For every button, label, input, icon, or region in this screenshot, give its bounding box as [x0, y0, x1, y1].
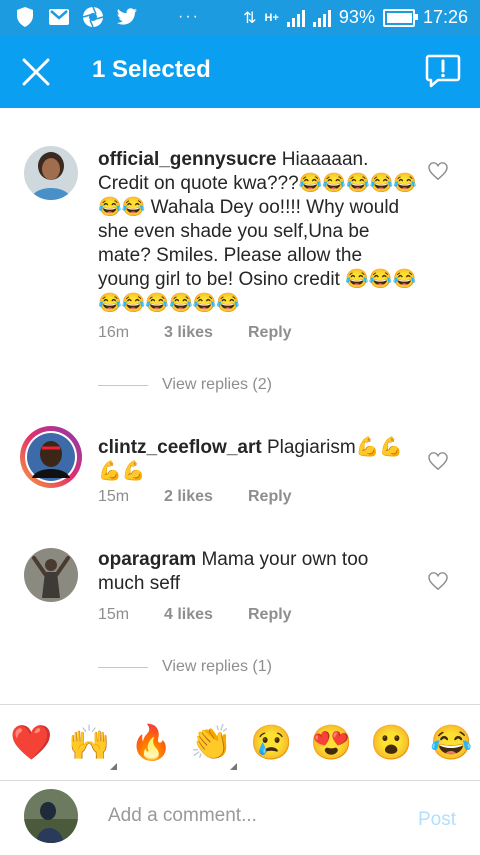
comment-meta: 15m 4 likes Reply — [98, 606, 292, 624]
skin-tone-indicator — [110, 763, 117, 770]
close-icon — [22, 58, 50, 86]
divider — [98, 666, 148, 668]
avatar — [24, 789, 78, 843]
emoji-clapping-hands[interactable]: 👏 — [190, 723, 232, 763]
view-replies-label: View replies (1) — [162, 658, 272, 675]
notification-icons — [14, 6, 138, 28]
more-notifications-indicator: ··· — [178, 8, 200, 25]
comment-username[interactable]: oparagram — [98, 549, 196, 570]
comment-likes[interactable]: 3 likes — [164, 324, 248, 342]
comment-likes[interactable]: 4 likes — [164, 606, 248, 624]
emoji-tears-of-joy[interactable]: 😂 — [430, 723, 472, 763]
post-button[interactable]: Post — [418, 809, 456, 831]
report-button[interactable] — [424, 52, 462, 90]
comment-input[interactable] — [108, 805, 388, 827]
comment-meta: 15m 2 likes Reply — [98, 488, 292, 506]
comment-meta: 16m 3 likes Reply — [98, 324, 292, 342]
twitter-icon — [116, 6, 138, 28]
selection-title: 1 Selected — [92, 56, 211, 83]
report-icon — [425, 54, 461, 88]
emoji-raising-hands[interactable]: 🙌 — [68, 723, 110, 763]
close-button[interactable] — [18, 54, 54, 90]
view-replies-label: View replies (2) — [162, 376, 272, 393]
data-transfer-icon: ⇅ — [243, 9, 257, 27]
reply-button[interactable]: Reply — [248, 324, 292, 342]
comment-time: 15m — [98, 488, 130, 505]
comment-body: Hiaaaaan. Credit on quote kwa???😂😂😂😂😂😂😂 … — [98, 149, 417, 314]
comment-likes[interactable]: 2 likes — [164, 488, 248, 506]
camera-aperture-icon — [82, 6, 104, 28]
signal-icon — [286, 9, 305, 27]
battery-percent: 93% — [338, 7, 375, 27]
divider — [98, 384, 148, 386]
skin-tone-indicator — [230, 763, 237, 770]
comment-text: oparagram Mama your own too much seff — [98, 548, 418, 596]
comment-text: clintz_ceeflow_art Plagiarism💪💪💪💪 — [98, 436, 418, 484]
shield-icon — [14, 6, 36, 28]
status-bar: ··· ⇅ H+ 93% 17:26 — [0, 0, 480, 36]
comments-list[interactable]: official_gennysucre Hiaaaaan. Credit on … — [0, 108, 480, 704]
like-heart-icon[interactable] — [428, 452, 448, 470]
comment-username[interactable]: clintz_ceeflow_art — [98, 437, 262, 458]
comment-text: official_gennysucre Hiaaaaan. Credit on … — [98, 148, 418, 316]
comment-username[interactable]: official_gennysucre — [98, 149, 276, 170]
emoji-fire[interactable]: 🔥 — [130, 723, 172, 763]
network-type-label: H+ — [264, 11, 279, 24]
view-replies-button[interactable]: View replies (2) — [98, 376, 272, 394]
comment-time: 16m — [98, 324, 130, 341]
avatar[interactable] — [20, 426, 82, 488]
emoji-heart-eyes[interactable]: 😍 — [310, 723, 352, 763]
like-heart-icon[interactable] — [428, 162, 448, 180]
emoji-red-heart[interactable]: ❤️ — [10, 723, 52, 763]
gmail-icon — [48, 6, 70, 28]
like-heart-icon[interactable] — [428, 572, 448, 590]
avatar[interactable] — [24, 146, 78, 200]
selection-app-bar: 1 Selected — [0, 36, 480, 108]
view-replies-button[interactable]: View replies (1) — [98, 658, 272, 676]
battery-icon — [382, 8, 418, 27]
comment-composer: Post — [0, 780, 480, 855]
avatar[interactable] — [24, 548, 78, 602]
emoji-crying-face[interactable]: 😢 — [250, 723, 292, 763]
emoji-surprised-face[interactable]: 😮 — [370, 723, 412, 763]
reply-button[interactable]: Reply — [248, 488, 292, 506]
emoji-quick-bar: ❤️ 🙌 🔥 👏 😢 😍 😮 😂 — [0, 704, 480, 781]
clock: 17:26 — [422, 7, 468, 27]
reply-button[interactable]: Reply — [248, 606, 292, 624]
comment-time: 15m — [98, 606, 130, 623]
status-indicators: ⇅ H+ 93% 17:26 — [243, 7, 468, 28]
signal-icon-2 — [312, 9, 331, 27]
